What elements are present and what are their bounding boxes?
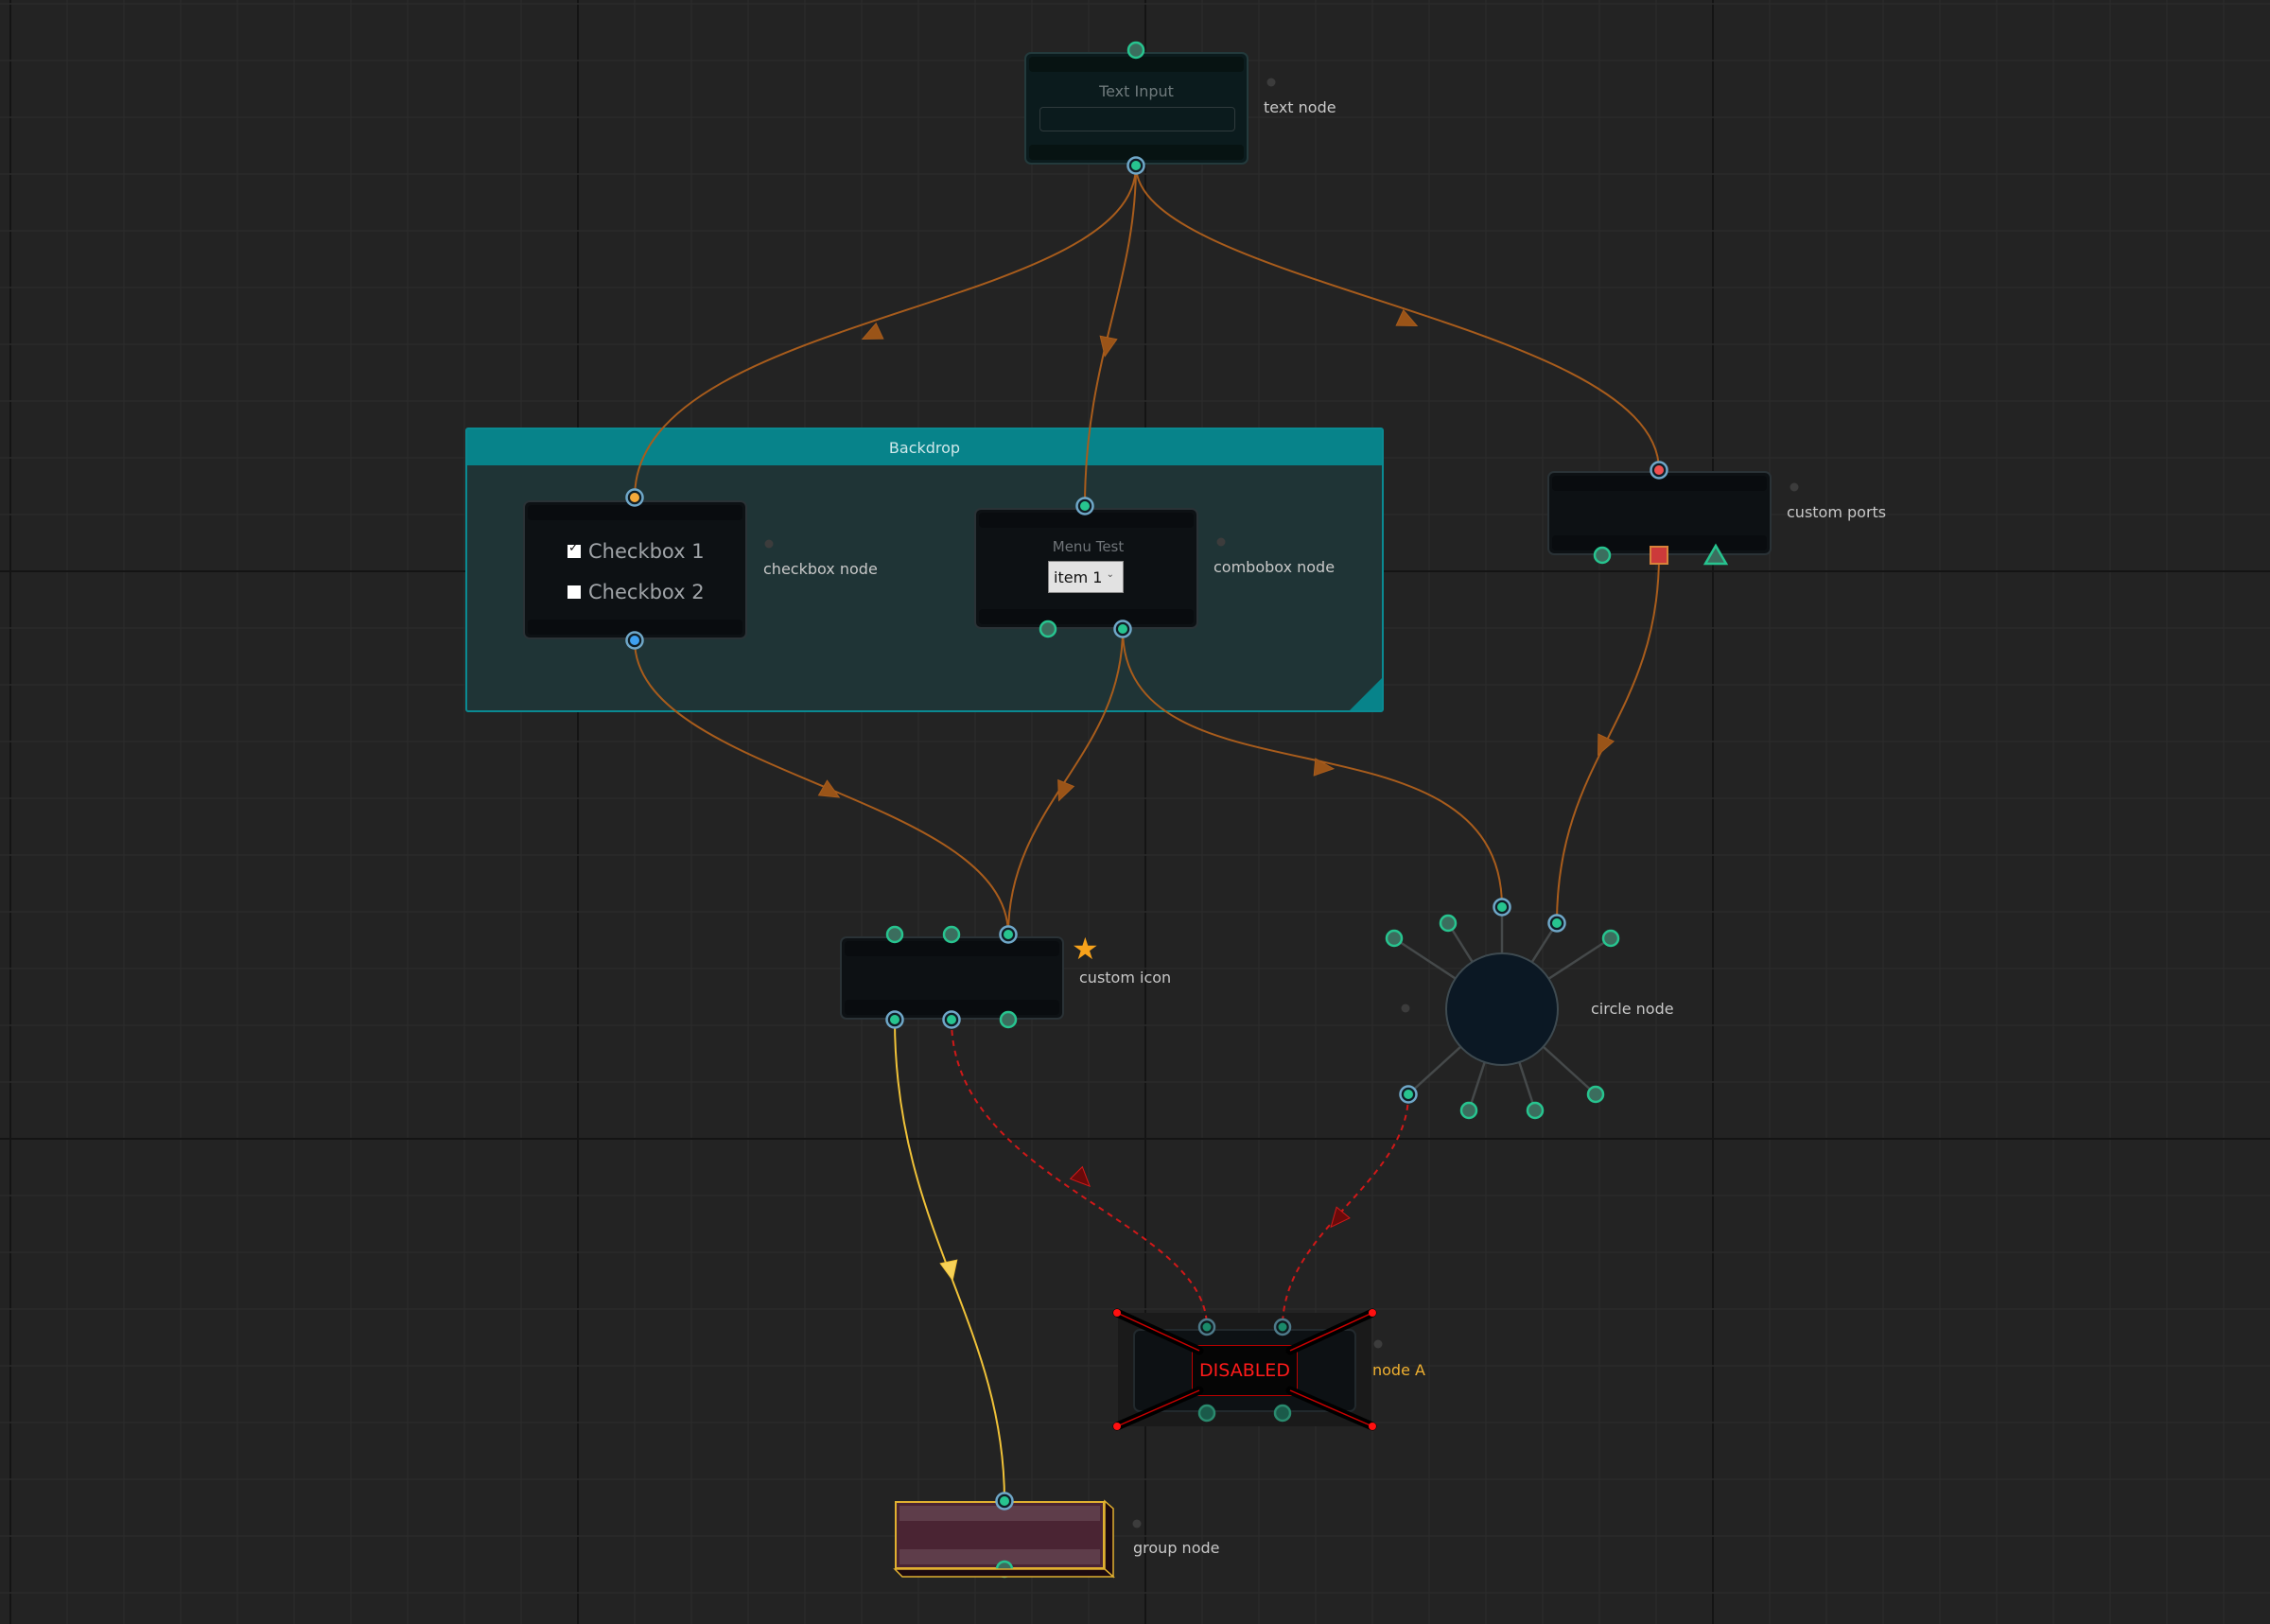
circle-node-spokes — [1393, 907, 1612, 1111]
circle-node-label: circle node — [1591, 1000, 1674, 1018]
custom-icon-node[interactable] — [840, 936, 1064, 1020]
checkbox-2-box[interactable] — [568, 585, 581, 599]
text-node[interactable]: Text Input — [1024, 52, 1248, 165]
menu-test-title: Menu Test — [1052, 538, 1125, 555]
combobox-node-label: combobox node — [1214, 558, 1336, 576]
star-icon: ★ — [1072, 931, 1099, 967]
combobox-selected-value: item 1 — [1054, 568, 1103, 586]
node-a-label: node A — [1372, 1361, 1425, 1379]
text-input-field[interactable] — [1039, 107, 1235, 131]
custom-icon-label: custom icon — [1079, 969, 1172, 987]
checkbox-1[interactable]: Checkbox 1 — [568, 540, 705, 563]
text-node-label: text node — [1264, 98, 1336, 116]
group-node-label: group node — [1133, 1539, 1220, 1557]
checkbox-2[interactable]: Checkbox 2 — [568, 581, 705, 603]
custom-ports-node[interactable] — [1547, 471, 1772, 555]
checkbox-1-label: Checkbox 1 — [588, 540, 705, 563]
combobox-node[interactable]: Menu Test item 1 ⌄ — [974, 508, 1198, 629]
custom-ports-label: custom ports — [1787, 503, 1887, 521]
checkbox-1-box[interactable] — [568, 541, 581, 558]
chevron-down-icon: ⌄ — [1106, 569, 1114, 580]
combobox-dropdown[interactable]: item 1 ⌄ — [1048, 561, 1124, 593]
checkbox-node-label: checkbox node — [763, 560, 878, 578]
text-input-title: Text Input — [1099, 82, 1174, 100]
backdrop-title[interactable]: Backdrop — [467, 429, 1382, 465]
disabled-badge: DISABLED — [1192, 1345, 1298, 1396]
checkbox-node[interactable]: Checkbox 1 Checkbox 2 — [523, 500, 747, 639]
checkbox-2-label: Checkbox 2 — [588, 581, 705, 603]
circle-node[interactable] — [1445, 952, 1559, 1066]
group-node[interactable] — [895, 1501, 1105, 1569]
backdrop-resize-handle[interactable] — [1350, 678, 1382, 710]
